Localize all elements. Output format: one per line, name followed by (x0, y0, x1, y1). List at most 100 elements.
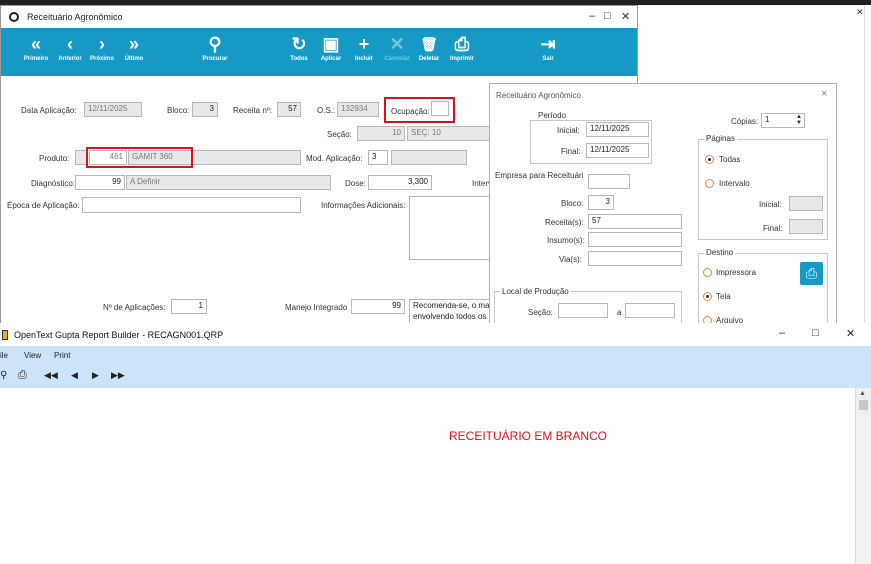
paginas-label: Páginas (704, 134, 737, 143)
secao-field[interactable]: 10 (357, 126, 405, 141)
minimize-icon[interactable]: – (589, 10, 595, 22)
receitas-field[interactable]: 57 (588, 214, 682, 229)
epoca-field[interactable] (82, 197, 301, 213)
dialog-bloco-field[interactable]: 3 (588, 195, 614, 210)
produto-highlight-box (86, 147, 193, 168)
manejo-label: Manejo Integrado (285, 303, 348, 312)
toolbar-exit-button[interactable]: ⇥ Sair (535, 32, 561, 62)
exit-icon: ⇥ (540, 34, 556, 54)
toolbar-delete-button[interactable]: 🗑 Deletar (415, 32, 443, 62)
toolbar-print-button[interactable]: ⎙ Imprimir (448, 32, 476, 62)
tela-radio[interactable] (703, 292, 712, 301)
inicial-label: Inicial: (557, 126, 580, 135)
insumos-field[interactable] (588, 232, 682, 247)
cancel-icon: ✕ (389, 34, 405, 54)
menu-print[interactable]: Print (54, 351, 70, 360)
bloco-field[interactable]: 3 (192, 102, 218, 117)
receita-field[interactable]: 57 (277, 102, 301, 117)
main-window-title: Receituário Agronômico (27, 12, 123, 22)
toolbar-apply-button[interactable]: ▣ Aplicar (317, 32, 345, 62)
first-page-icon[interactable]: ◀◀ (44, 370, 58, 381)
vias-field[interactable] (588, 251, 682, 266)
scroll-up-icon[interactable]: ▲ (859, 390, 866, 397)
report-preview-canvas: RECEITUÁRIO EM BRANCO (0, 388, 855, 564)
printer-icon: ⎙ (454, 34, 470, 54)
diagnostico-code-field[interactable]: 99 (75, 175, 125, 190)
main-toolbar: «Primeiro ‹ Anterior › Próximo » Último ⚲ Pr… (1, 28, 637, 76)
info-adicionais-textarea[interactable] (409, 196, 491, 260)
intervalo-label: Intervalo (719, 179, 750, 188)
stepper-arrows-icon[interactable]: ▲ ▼ (796, 114, 802, 126)
app-logo-icon (9, 12, 19, 22)
rb-maximize-icon[interactable]: □ (812, 327, 819, 339)
report-builder-title: OpenText Gupta Report Builder - RECAGN00… (14, 329, 224, 340)
dialog-close-icon[interactable]: × (821, 88, 827, 100)
pagina-inicial-field[interactable] (789, 196, 823, 211)
copias-stepper[interactable]: 1 ▲ ▼ (761, 113, 805, 128)
empresa-field[interactable] (588, 174, 630, 189)
toolbar-next-button[interactable]: › Próximo (87, 32, 117, 62)
secao-to-field[interactable] (625, 303, 675, 318)
toolbar-first-button[interactable]: «Primeiro (21, 32, 51, 62)
rb-close-icon[interactable]: ✕ (846, 327, 855, 340)
arquivo-label: Arquivo (716, 316, 744, 323)
ocupacao-highlight-box (384, 97, 455, 123)
empresa-label: Empresa para Receituári (495, 171, 584, 180)
last-page-icon[interactable]: ▶▶ (111, 370, 125, 381)
final-date-field[interactable]: 12/11/2025 (586, 143, 649, 158)
epoca-label: Época de Aplicação: (7, 201, 80, 210)
impressora-radio[interactable] (703, 268, 712, 277)
destino-label: Destino (704, 248, 736, 257)
os-field[interactable]: 132934 (337, 102, 379, 117)
rb-minimize-icon[interactable]: – (779, 327, 785, 339)
impressora-label: Impressora (716, 268, 757, 277)
todas-radio[interactable] (705, 155, 714, 164)
todas-label: Todas (719, 155, 741, 164)
background-close-icon[interactable]: ✕ (856, 7, 864, 18)
printer-icon: ⎙ (805, 265, 818, 281)
background-scrollbar (864, 5, 871, 325)
toolbar-cancel-button[interactable]: ✕ Cancelar (382, 32, 412, 62)
secao-from-field[interactable] (558, 303, 608, 318)
print-dialog: Receituário Agronômico × Período Inicial… (489, 83, 837, 331)
intervalo-radio[interactable] (705, 179, 714, 188)
inicial-date-field[interactable]: 12/11/2025 (586, 122, 649, 137)
toolbar-all-button[interactable]: ↻ Todos (285, 32, 313, 62)
insumos-label: Insumo(s): (547, 236, 585, 245)
produto-label: Produto: (39, 154, 70, 163)
toolbar-search-button[interactable]: ⚲ Procurar (199, 32, 231, 62)
dose-field[interactable]: 3,300 (368, 175, 432, 190)
pagina-inicial-label: Inicial: (759, 200, 782, 209)
tela-label: Tela (716, 292, 731, 301)
toolbar-last-button[interactable]: » Último (119, 32, 149, 62)
sec-field[interactable]: SEÇ: 10 (407, 126, 491, 141)
toolbar-previous-button[interactable]: ‹ Anterior (55, 32, 85, 62)
main-title-bar: Receituário Agronômico (1, 6, 637, 28)
report-menu-bar: ile View Print ⚲ ⎙ ◀◀ ◀ ▶ ▶▶ (0, 346, 871, 388)
print-report-icon[interactable]: ⎙ (18, 369, 27, 382)
dialog-title: Receituário Agronômico (496, 91, 581, 100)
save-icon: ▣ (322, 34, 340, 54)
mod-aplicacao-desc-field (391, 150, 467, 165)
close-icon[interactable]: ✕ (621, 10, 630, 23)
mod-aplicacao-label: Mod. Aplicação: (306, 154, 363, 163)
data-aplicacao-label: Data Aplicação: (21, 106, 77, 115)
prev-page-icon[interactable]: ◀ (71, 370, 78, 381)
dialog-secao-label: Seção: (528, 308, 553, 317)
manejo-field[interactable]: 99 (351, 299, 405, 314)
toolbar-include-button[interactable]: + Incluir (351, 32, 377, 62)
next-page-icon[interactable]: ▶ (92, 370, 99, 381)
data-aplicacao-field[interactable]: 12/11/2025 (84, 102, 142, 117)
maximize-icon[interactable]: □ (604, 10, 611, 22)
report-builder-title-bar: OpenText Gupta Report Builder - RECAGN00… (0, 323, 871, 346)
pagina-final-field[interactable] (789, 219, 823, 234)
menu-file[interactable]: ile (0, 351, 8, 360)
print-now-button[interactable]: ⎙ (800, 262, 823, 285)
mod-aplicacao-field[interactable]: 3 (368, 150, 388, 165)
menu-view[interactable]: View (24, 351, 41, 360)
scroll-thumb[interactable] (859, 400, 868, 410)
zoom-icon[interactable]: ⚲ (0, 370, 7, 381)
report-vertical-scrollbar[interactable]: ▲ (855, 388, 871, 564)
n-aplicacoes-field[interactable]: 1 (171, 299, 207, 314)
os-label: O.S.: (317, 106, 336, 115)
